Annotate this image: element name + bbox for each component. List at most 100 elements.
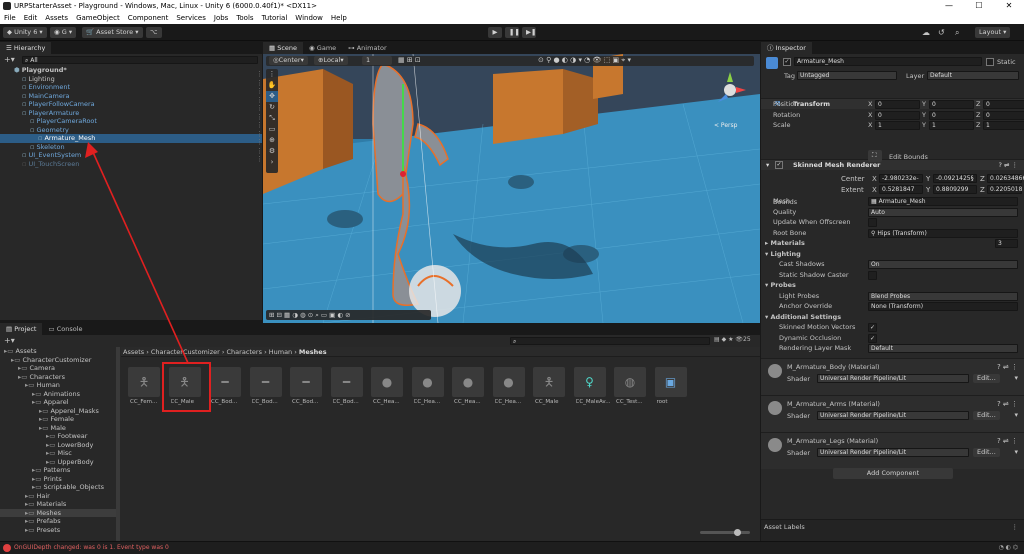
cast-shadows-dropdown[interactable]: On: [868, 260, 1018, 269]
material-sphere-icon: [768, 401, 782, 415]
material-menu-icons[interactable]: ? ⇌ ⋮: [997, 437, 1018, 445]
shader-value: Universal Render Pipeline/Lit: [820, 412, 907, 419]
shader-edit-button[interactable]: Edit...: [973, 448, 1000, 457]
smr-enabled-checkbox[interactable]: ✓: [775, 161, 783, 169]
maximize-button[interactable]: ☐: [964, 0, 994, 12]
center-y-field[interactable]: -0.0921425§: [933, 174, 977, 183]
layer-dropdown[interactable]: Default: [927, 71, 1019, 80]
shader-dropdown[interactable]: Universal Render Pipeline/Lit: [817, 411, 969, 420]
shader-label: Shader: [787, 449, 811, 457]
materials-label: Materials: [770, 239, 805, 247]
light-probes-dropdown[interactable]: Blend Probes: [868, 291, 1018, 301]
probes-label: Probes: [770, 281, 796, 289]
material-menu-icons[interactable]: ? ⇌ ⋮: [997, 363, 1018, 371]
project-panel: ▤ Project ▭ Console +▾ ⌕ ▤ ◆ ★ 👁25 ▸▭ As…: [0, 142, 760, 541]
probes-foldout[interactable]: ▾ Probes: [761, 280, 1024, 291]
transform-x-field[interactable]: 0: [875, 100, 920, 109]
material-name: M_Armature_Legs (Material): [787, 437, 879, 445]
transform-z-field[interactable]: 0: [983, 110, 1024, 120]
status-bar: OnGUIDepth changed: was 0 is 1. Event ty…: [0, 541, 1024, 554]
shader-options-icon[interactable]: ▾: [1014, 411, 1018, 419]
transform-row: Rotation X 0 Y 0 Z 0: [761, 110, 1024, 121]
extent-label: Extent: [841, 186, 864, 194]
edit-bounds-button[interactable]: ⛶: [868, 150, 882, 162]
layout-dropdown[interactable]: Layout ▾: [975, 27, 1011, 38]
axis-x-label: X: [868, 100, 873, 108]
shader-options-icon[interactable]: ▾: [1014, 448, 1018, 456]
transform-z-field[interactable]: 1: [983, 121, 1024, 130]
extent-y-field[interactable]: 0.8809299: [933, 185, 977, 194]
rendering-layer-dropdown[interactable]: Default: [868, 344, 1018, 353]
extent-x-field[interactable]: 0.5281847: [879, 185, 923, 194]
center-label: Center: [841, 175, 865, 183]
transform-y-field[interactable]: 0: [929, 100, 974, 109]
skinned-motion-checkbox[interactable]: ✓: [868, 323, 877, 332]
mesh-label: Mesh: [773, 197, 791, 205]
cast-shadows-row: Cast Shadows On: [761, 259, 1024, 270]
transform-x-field[interactable]: 1: [875, 121, 920, 130]
transform-y-field[interactable]: 0: [929, 110, 974, 120]
shader-edit-button[interactable]: Edit...: [973, 411, 1000, 420]
update-offscreen-checkbox[interactable]: [868, 218, 877, 227]
center-z-axis: Z: [980, 175, 985, 183]
transform-y-field[interactable]: 1: [929, 121, 974, 130]
transform-row-label: Scale: [773, 121, 791, 129]
minimize-button[interactable]: —: [934, 0, 964, 12]
shader-edit-button[interactable]: Edit...: [973, 374, 1000, 383]
lighting-foldout[interactable]: ▾ Lighting: [761, 249, 1024, 260]
asset-labels-menu-icon[interactable]: ⋮: [1012, 523, 1019, 531]
center-y-axis: Y: [926, 175, 931, 183]
cast-shadows-label: Cast Shadows: [779, 260, 825, 268]
anchor-override-row: Anchor Override None (Transform): [761, 301, 1024, 312]
axis-y-label: Y: [922, 121, 926, 129]
status-icons[interactable]: ◔ ◐ ⌬: [998, 542, 1018, 554]
close-button[interactable]: ✕: [994, 0, 1024, 12]
root-bone-value: Hips (Transform): [877, 229, 927, 237]
tab-inspector[interactable]: ⓘ Inspector: [761, 42, 812, 54]
update-offscreen-label: Update When Offscreen: [773, 218, 851, 226]
shader-label: Shader: [787, 412, 811, 420]
object-name-field[interactable]: Armature_Mesh: [794, 57, 982, 66]
static-caster-checkbox[interactable]: [868, 270, 877, 280]
history-icon[interactable]: ↺: [938, 28, 945, 37]
annotation-overlay: [85, 142, 211, 412]
shader-dropdown[interactable]: Universal Render Pipeline/Lit: [817, 448, 969, 457]
quality-value: Auto: [871, 208, 885, 216]
shader-value: Universal Render Pipeline/Lit: [820, 375, 907, 382]
static-label: Static: [997, 58, 1016, 66]
quality-dropdown[interactable]: Auto: [868, 207, 1018, 217]
shader-options-icon[interactable]: ▾: [1014, 374, 1018, 382]
dynamic-occlusion-checkbox[interactable]: ✓: [868, 333, 877, 343]
transform-x-field[interactable]: 0: [875, 110, 920, 120]
anchor-override-field[interactable]: None (Transform): [868, 302, 1018, 311]
axis-x-label: X: [868, 121, 873, 129]
rendering-layer-value: Default: [871, 345, 893, 352]
collapse-icon[interactable]: ▾: [766, 160, 769, 171]
search-icon[interactable]: ⌕: [955, 28, 959, 38]
material-list: M_Armature_Body (Material) ? ⇌ ⋮ Shader Uni…: [761, 358, 1024, 469]
center-x-field[interactable]: -2.980232e-: [879, 174, 923, 183]
cloud-icon[interactable]: ☁: [922, 28, 930, 37]
static-checkbox[interactable]: [986, 58, 994, 66]
extent-z-field[interactable]: 0.2205018: [987, 185, 1022, 194]
material-menu-icons[interactable]: ? ⇌ ⋮: [997, 400, 1018, 408]
asset-labels-label: Asset Labels: [764, 523, 805, 531]
axis-y-label: Y: [922, 110, 926, 119]
status-message[interactable]: OnGUIDepth changed: was 0 is 1. Event ty…: [14, 542, 169, 554]
add-component-button[interactable]: Add Component: [833, 468, 953, 479]
root-bone-field[interactable]: ⚲ Hips (Transform): [868, 228, 1018, 238]
materials-count-field[interactable]: 3: [995, 239, 1018, 248]
smr-menu-icons[interactable]: ? ⇌ ⋮: [998, 160, 1018, 171]
inspector-panel: ⓘ Inspector ✓ Armature_Mesh Static Tag U…: [761, 42, 1024, 541]
axis-y-label: Y: [922, 100, 926, 108]
skinned-motion-row: Skinned Motion Vectors ✓: [761, 322, 1024, 333]
shader-dropdown[interactable]: Universal Render Pipeline/Lit: [817, 374, 969, 383]
tag-dropdown[interactable]: Untagged: [797, 71, 897, 80]
center-z-field[interactable]: 0.02634866: [987, 174, 1024, 183]
transform-z-field[interactable]: 0: [983, 100, 1024, 109]
additional-settings-foldout[interactable]: ▾ Additional Settings: [761, 312, 1024, 323]
mesh-field[interactable]: ▦ Armature_Mesh: [868, 197, 1018, 206]
active-checkbox[interactable]: ✓: [783, 58, 791, 66]
materials-foldout[interactable]: ▸ Materials 3: [761, 238, 1024, 249]
error-icon: [3, 544, 11, 552]
